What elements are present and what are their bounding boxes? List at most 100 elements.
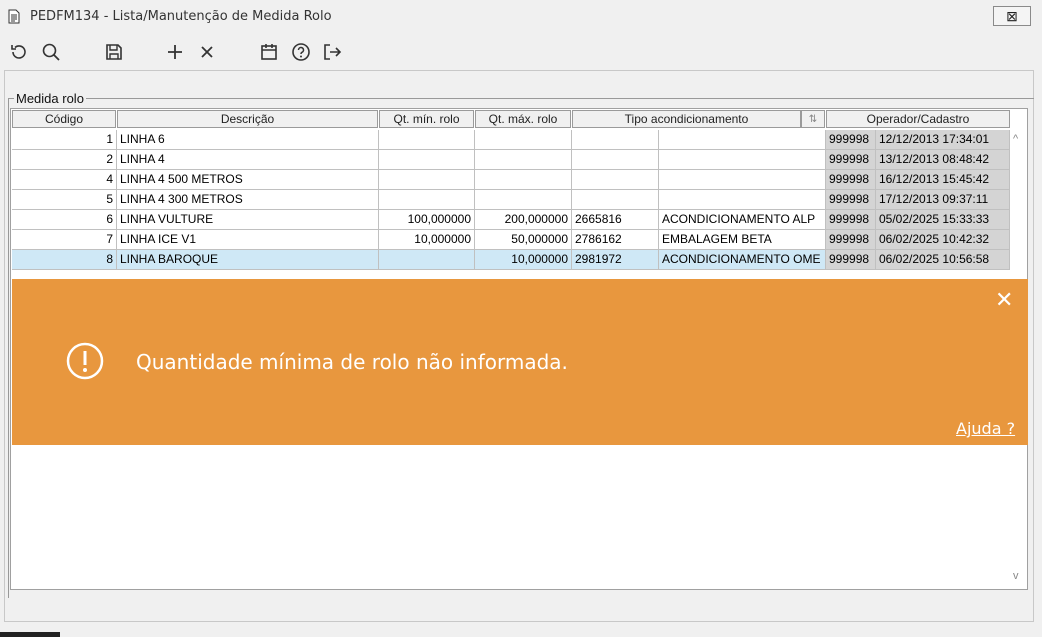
cell-operador[interactable]: 999998 <box>826 190 876 210</box>
cell-descricao[interactable]: LINHA 6 <box>117 130 379 150</box>
cell-codigo[interactable]: 2 <box>12 150 117 170</box>
cell-qt-min[interactable] <box>379 190 475 210</box>
refresh-button[interactable] <box>8 41 30 63</box>
table-row[interactable]: 1 LINHA 6 999998 12/12/2013 17:34:01 <box>12 130 1010 150</box>
table-row[interactable]: 6 LINHA VULTURE 100,000000 200,000000 266581… <box>12 210 1010 230</box>
refresh-icon <box>11 45 26 59</box>
cell-operador[interactable]: 999998 <box>826 230 876 250</box>
cell-cadastro[interactable]: 12/12/2013 17:34:01 <box>876 130 1010 150</box>
column-header-tipo[interactable]: Tipo acondicionamento <box>572 110 801 128</box>
column-header-descricao[interactable]: Descrição <box>117 110 378 128</box>
cell-tipo-desc[interactable] <box>659 170 826 190</box>
cell-codigo[interactable]: 1 <box>12 130 117 150</box>
column-header-qt-max[interactable]: Qt. máx. rolo <box>475 110 571 128</box>
scroll-up-arrow-icon[interactable]: ^ <box>1013 133 1018 145</box>
cell-tipo-desc[interactable] <box>659 150 826 170</box>
sort-icon: ⇅ <box>808 113 818 125</box>
delete-icon <box>201 46 213 58</box>
cell-tipo-desc[interactable]: ACONDICIONAMENTO OME <box>659 250 826 270</box>
cell-operador[interactable]: 999998 <box>826 170 876 190</box>
save-icon <box>106 44 122 60</box>
cell-tipo-cod[interactable] <box>572 170 659 190</box>
cell-descricao[interactable]: LINHA 4 300 METROS <box>117 190 379 210</box>
cell-tipo-cod[interactable]: 2981972 <box>572 250 659 270</box>
cell-descricao[interactable]: LINHA ICE V1 <box>117 230 379 250</box>
cell-codigo[interactable]: 6 <box>12 210 117 230</box>
cell-operador[interactable]: 999998 <box>826 210 876 230</box>
help-button[interactable] <box>290 41 312 63</box>
column-header-operador[interactable]: Operador/Cadastro <box>826 110 1010 128</box>
cell-qt-max[interactable]: 10,000000 <box>475 250 572 270</box>
taskbar-edge <box>0 632 60 637</box>
cell-descricao[interactable]: LINHA 4 500 METROS <box>117 170 379 190</box>
cell-operador[interactable]: 999998 <box>826 150 876 170</box>
cell-operador[interactable]: 999998 <box>826 250 876 270</box>
cell-descricao[interactable]: LINHA VULTURE <box>117 210 379 230</box>
cell-cadastro[interactable]: 13/12/2013 08:48:42 <box>876 150 1010 170</box>
cell-cadastro[interactable]: 06/02/2025 10:56:58 <box>876 250 1010 270</box>
cell-qt-min[interactable] <box>379 130 475 150</box>
cell-qt-min[interactable] <box>379 170 475 190</box>
help-icon <box>292 43 310 61</box>
cell-cadastro[interactable]: 16/12/2013 15:45:42 <box>876 170 1010 190</box>
search-button[interactable] <box>40 41 62 63</box>
cell-tipo-desc[interactable]: EMBALAGEM BETA <box>659 230 826 250</box>
calendar-icon <box>261 44 277 60</box>
cell-tipo-desc[interactable] <box>659 130 826 150</box>
cell-tipo-cod[interactable]: 2665816 <box>572 210 659 230</box>
column-chooser-button[interactable]: ⇅ <box>801 110 825 128</box>
cell-codigo[interactable]: 5 <box>12 190 117 210</box>
cell-tipo-cod[interactable] <box>572 190 659 210</box>
cell-codigo[interactable]: 8 <box>12 250 117 270</box>
cell-qt-min[interactable]: 10,000000 <box>379 230 475 250</box>
close-icon: ⊠ <box>1006 7 1018 24</box>
calendar-button[interactable] <box>258 41 280 63</box>
column-header-qt-min[interactable]: Qt. mín. rolo <box>379 110 474 128</box>
cell-qt-min[interactable] <box>379 150 475 170</box>
cell-cadastro[interactable]: 17/12/2013 09:37:11 <box>876 190 1010 210</box>
table-row[interactable]: 2 LINHA 4 999998 13/12/2013 08:48:42 <box>12 150 1010 170</box>
exit-icon <box>324 44 342 60</box>
cell-operador[interactable]: 999998 <box>826 130 876 150</box>
table-row[interactable]: 7 LINHA ICE V1 10,000000 50,000000 2786162 EM… <box>12 230 1010 250</box>
cell-tipo-desc[interactable]: ACONDICIONAMENTO ALP <box>659 210 826 230</box>
cell-qt-max[interactable] <box>475 130 572 150</box>
cell-tipo-cod[interactable] <box>572 130 659 150</box>
column-header-codigo[interactable]: Código <box>12 110 116 128</box>
scroll-down-arrow-icon[interactable]: v <box>1013 570 1019 582</box>
cell-qt-min[interactable] <box>379 250 475 270</box>
cell-qt-max[interactable]: 50,000000 <box>475 230 572 250</box>
table-row[interactable]: 8 LINHA BAROQUE 10,000000 2981972 ACONDICION… <box>12 250 1010 270</box>
document-icon <box>8 9 20 24</box>
cell-tipo-cod[interactable] <box>572 150 659 170</box>
exclamation-icon <box>66 342 104 380</box>
cell-cadastro[interactable]: 05/02/2025 15:33:33 <box>876 210 1010 230</box>
cell-cadastro[interactable]: 06/02/2025 10:42:32 <box>876 230 1010 250</box>
cell-qt-min[interactable]: 100,000000 <box>379 210 475 230</box>
table-row[interactable]: 5 LINHA 4 300 METROS 999998 17/12/2013 09:3… <box>12 190 1010 210</box>
cell-descricao[interactable]: LINHA BAROQUE <box>117 250 379 270</box>
title-bar: PEDFM134 - Lista/Manutenção de Medida Ro… <box>0 0 1042 34</box>
table-row[interactable]: 4 LINHA 4 500 METROS 999998 16/12/2013 15:4… <box>12 170 1010 190</box>
cell-codigo[interactable]: 7 <box>12 230 117 250</box>
close-icon[interactable]: ✕ <box>995 287 1013 313</box>
cell-qt-max[interactable] <box>475 190 572 210</box>
delete-button[interactable] <box>196 41 218 63</box>
exit-button[interactable] <box>321 41 343 63</box>
cell-codigo[interactable]: 4 <box>12 170 117 190</box>
add-icon <box>168 45 182 59</box>
cell-qt-max[interactable] <box>475 170 572 190</box>
window-title: PEDFM134 - Lista/Manutenção de Medida Ro… <box>30 9 332 24</box>
help-link[interactable]: Ajuda ? <box>956 419 1015 438</box>
window-close-button[interactable]: ⊠ <box>993 6 1031 26</box>
save-button[interactable] <box>103 41 125 63</box>
add-button[interactable] <box>164 41 186 63</box>
search-icon <box>42 43 60 61</box>
cell-qt-max[interactable]: 200,000000 <box>475 210 572 230</box>
cell-tipo-cod[interactable]: 2786162 <box>572 230 659 250</box>
toast-message: Quantidade mínima de rolo não informada. <box>136 350 568 374</box>
cell-tipo-desc[interactable] <box>659 190 826 210</box>
cell-qt-max[interactable] <box>475 150 572 170</box>
toolbar <box>0 36 1042 68</box>
cell-descricao[interactable]: LINHA 4 <box>117 150 379 170</box>
